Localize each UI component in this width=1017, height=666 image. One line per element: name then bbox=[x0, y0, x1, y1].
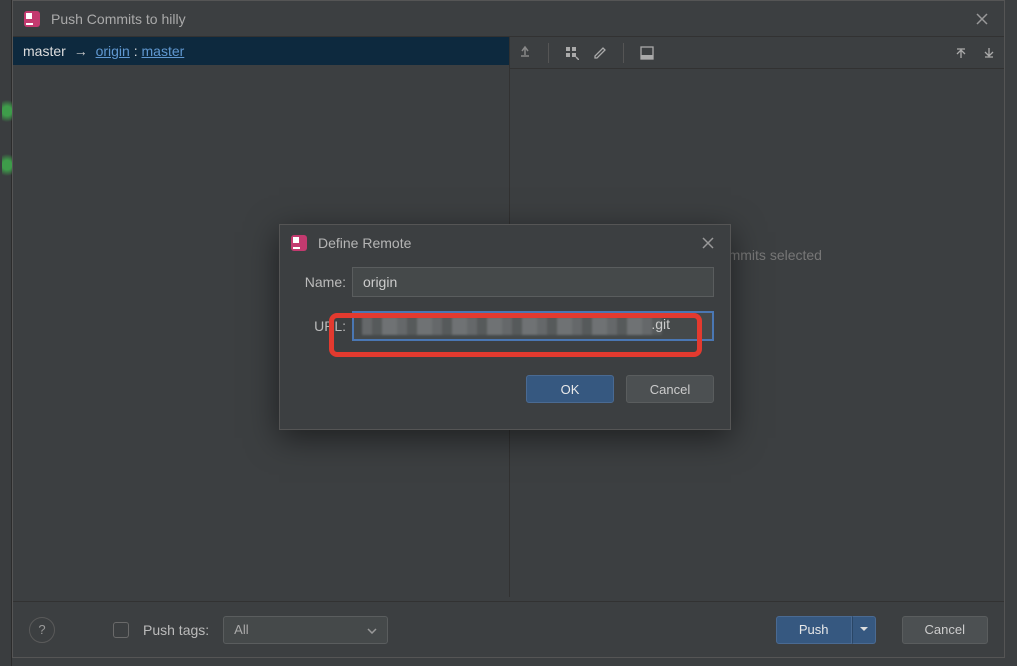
define-remote-modal: Define Remote Name: URL: .git OK Cancel bbox=[279, 224, 731, 430]
gutter-dot-icon bbox=[2, 150, 12, 180]
name-input[interactable] bbox=[352, 267, 714, 297]
push-tags-checkbox[interactable] bbox=[113, 622, 129, 638]
cancel-button[interactable]: Cancel bbox=[902, 616, 988, 644]
right-toolbar bbox=[510, 37, 1004, 69]
name-field-row: Name: bbox=[296, 267, 714, 297]
grid-icon[interactable] bbox=[563, 44, 581, 62]
push-button[interactable]: Push bbox=[776, 616, 852, 644]
toolbar-divider bbox=[548, 43, 549, 63]
push-dropdown-button[interactable] bbox=[852, 616, 876, 644]
pin-icon[interactable] bbox=[516, 44, 534, 62]
gutter-dot-icon bbox=[2, 96, 12, 126]
ide-left-gutter bbox=[0, 0, 12, 666]
layout-icon[interactable] bbox=[638, 44, 656, 62]
local-branch-label: master bbox=[23, 43, 66, 59]
remote-branch-link[interactable]: master bbox=[142, 43, 185, 59]
url-label: URL: bbox=[296, 318, 352, 334]
tags-select[interactable]: All bbox=[223, 616, 388, 644]
modal-title: Define Remote bbox=[318, 235, 696, 251]
modal-close-icon[interactable] bbox=[696, 231, 720, 255]
help-button[interactable]: ? bbox=[29, 617, 55, 643]
colon-separator: : bbox=[134, 43, 142, 59]
redacted-url bbox=[362, 317, 662, 335]
modal-title-bar: Define Remote bbox=[280, 225, 730, 261]
remote-link[interactable]: origin bbox=[96, 43, 130, 59]
name-label: Name: bbox=[296, 274, 352, 290]
tags-select-value: All bbox=[234, 622, 248, 637]
title-bar: Push Commits to hilly bbox=[13, 1, 1004, 37]
edit-icon[interactable] bbox=[591, 44, 609, 62]
close-icon[interactable] bbox=[970, 7, 994, 31]
branch-row[interactable]: master → origin : master bbox=[13, 37, 509, 65]
modal-body: Name: URL: .git bbox=[280, 261, 730, 361]
modal-cancel-button[interactable]: Cancel bbox=[626, 375, 714, 403]
footer: ? Push tags: All Push Cancel bbox=[13, 601, 1004, 657]
collapse-up-icon[interactable] bbox=[952, 44, 970, 62]
collapse-down-icon[interactable] bbox=[980, 44, 998, 62]
arrow-icon: → bbox=[74, 43, 88, 59]
modal-buttons: OK Cancel bbox=[280, 361, 730, 403]
toolbar-divider bbox=[623, 43, 624, 63]
push-tags-label: Push tags: bbox=[143, 622, 209, 638]
app-icon bbox=[290, 234, 308, 252]
push-button-group: Push bbox=[776, 616, 876, 644]
chevron-down-icon bbox=[367, 622, 377, 637]
app-icon bbox=[23, 10, 41, 28]
ok-button[interactable]: OK bbox=[526, 375, 614, 403]
url-field-row: URL: .git bbox=[296, 311, 714, 341]
window-title: Push Commits to hilly bbox=[51, 11, 970, 27]
url-suffix: .git bbox=[651, 316, 670, 332]
